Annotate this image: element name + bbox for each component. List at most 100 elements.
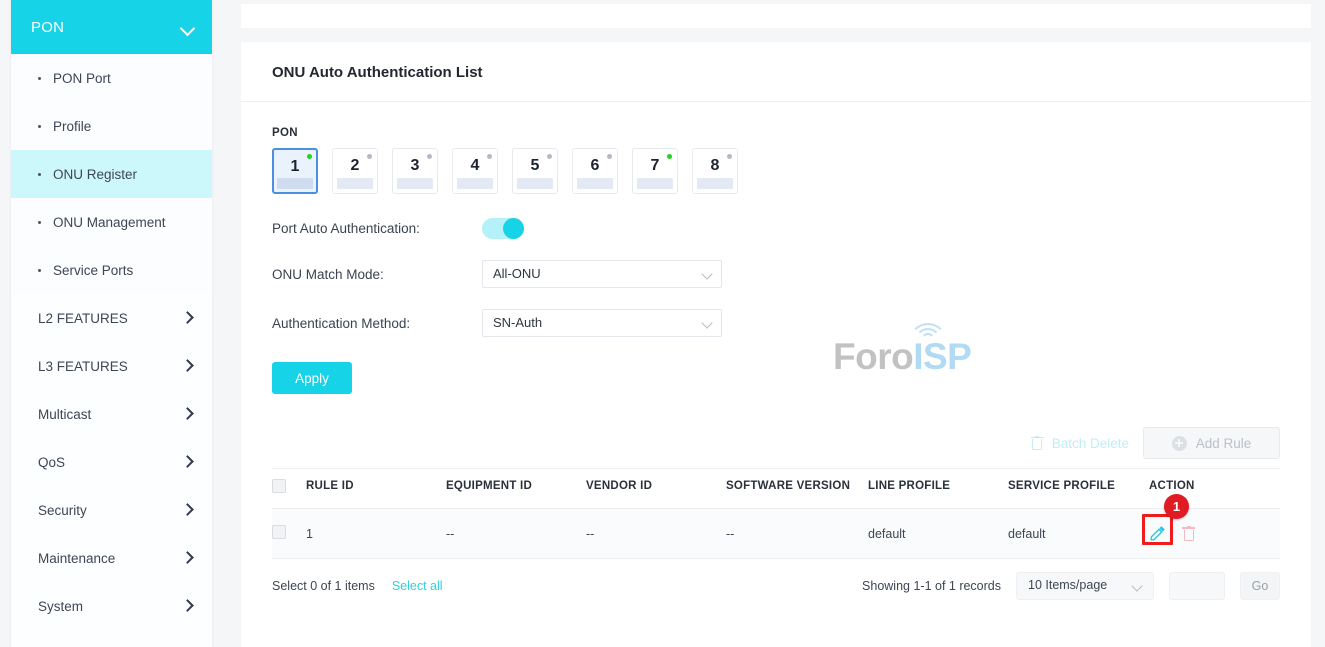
pon-port-7[interactable]: 7 bbox=[632, 148, 678, 194]
select-all-link[interactable]: Select all bbox=[392, 579, 443, 593]
pon-port-number: 1 bbox=[274, 158, 316, 176]
sidebar-item-label: Profile bbox=[53, 119, 91, 134]
sidebar-item-pon-port[interactable]: PON Port bbox=[11, 54, 212, 102]
sidebar-group-label: QoS bbox=[38, 455, 182, 470]
cell-service-profile: default bbox=[1008, 509, 1149, 559]
chevron-right-icon bbox=[182, 360, 194, 372]
pon-section-label: PON bbox=[272, 127, 1280, 139]
annotation-badge: 1 bbox=[1164, 494, 1189, 519]
page-jump-input[interactable] bbox=[1169, 572, 1225, 600]
sidebar-header-label: PON bbox=[31, 19, 181, 36]
bullet-icon bbox=[38, 77, 41, 80]
cell-equipment-id: -- bbox=[446, 509, 586, 559]
chevron-down-icon bbox=[181, 20, 196, 35]
sidebar-group-security[interactable]: Security bbox=[11, 486, 212, 534]
auth-method-value: SN-Auth bbox=[493, 315, 542, 330]
pon-port-6[interactable]: 6 bbox=[572, 148, 618, 194]
selection-count: Select 0 of 1 items bbox=[272, 579, 375, 593]
add-rule-button[interactable]: Add Rule bbox=[1143, 427, 1280, 459]
pon-port-number: 4 bbox=[453, 157, 497, 175]
sidebar-group-label: L2 FEATURES bbox=[38, 311, 182, 326]
sidebar-item-onu-management[interactable]: ONU Management bbox=[11, 198, 212, 246]
pon-port-bar bbox=[457, 178, 493, 189]
table-header-row: RULE ID EQUIPMENT ID VENDOR ID SOFTWARE … bbox=[272, 469, 1280, 509]
cell-software-version: -- bbox=[726, 509, 868, 559]
bullet-icon bbox=[38, 221, 41, 224]
cell-line-profile: default bbox=[868, 509, 1008, 559]
main-card: ONU Auto Authentication List PON 1 2 3 bbox=[241, 42, 1311, 647]
sidebar: PON PON Port Profile ONU Register ONU Ma… bbox=[11, 0, 212, 647]
edit-row-button[interactable] bbox=[1149, 525, 1166, 542]
bullet-icon bbox=[38, 173, 41, 176]
sidebar-item-service-ports[interactable]: Service Ports bbox=[11, 246, 212, 294]
onu-match-mode-value: All-ONU bbox=[493, 266, 541, 281]
auth-method-select[interactable]: SN-Auth bbox=[482, 309, 722, 337]
pon-port-bar bbox=[517, 178, 553, 189]
sidebar-header-pon[interactable]: PON bbox=[11, 0, 212, 54]
column-equipment-id: EQUIPMENT ID bbox=[446, 469, 586, 509]
chevron-down-icon bbox=[1133, 582, 1142, 591]
auth-method-label: Authentication Method: bbox=[272, 316, 482, 331]
sidebar-group-label: L3 FEATURES bbox=[38, 359, 182, 374]
port-auto-auth-toggle[interactable] bbox=[482, 218, 524, 239]
go-button[interactable]: Go bbox=[1240, 572, 1280, 600]
page-size-value: 10 Items/page bbox=[1028, 578, 1107, 592]
sidebar-item-label: ONU Register bbox=[53, 167, 137, 182]
sidebar-group-l3-features[interactable]: L3 FEATURES bbox=[11, 342, 212, 390]
pon-port-3[interactable]: 3 bbox=[392, 148, 438, 194]
pon-port-bar bbox=[337, 178, 373, 189]
sidebar-group-multicast[interactable]: Multicast bbox=[11, 390, 212, 438]
pon-port-2[interactable]: 2 bbox=[332, 148, 378, 194]
pon-port-8[interactable]: 8 bbox=[692, 148, 738, 194]
sidebar-group-qos[interactable]: QoS bbox=[11, 438, 212, 486]
column-software-version: SOFTWARE VERSION bbox=[726, 469, 868, 509]
sidebar-group-maintenance[interactable]: Maintenance bbox=[11, 534, 212, 582]
plus-circle-icon bbox=[1172, 436, 1187, 451]
sidebar-item-profile[interactable]: Profile bbox=[11, 102, 212, 150]
chevron-down-icon bbox=[703, 270, 712, 279]
page-size-select[interactable]: 10 Items/page bbox=[1016, 572, 1154, 600]
sidebar-group-l2-features[interactable]: L2 FEATURES bbox=[11, 294, 212, 342]
sidebar-item-label: PON Port bbox=[53, 71, 111, 86]
sidebar-item-onu-register[interactable]: ONU Register bbox=[11, 150, 212, 198]
toggle-knob bbox=[503, 218, 524, 239]
select-all-checkbox[interactable] bbox=[272, 479, 286, 493]
sidebar-item-label: Service Ports bbox=[53, 263, 133, 278]
pon-port-bar bbox=[397, 178, 433, 189]
pon-port-bar bbox=[277, 178, 313, 189]
card-body: PON 1 2 3 4 bbox=[241, 127, 1311, 600]
sidebar-group-system[interactable]: System bbox=[11, 582, 212, 630]
pon-port-5[interactable]: 5 bbox=[512, 148, 558, 194]
apply-button[interactable]: Apply bbox=[272, 362, 352, 394]
batch-delete-button[interactable]: Batch Delete bbox=[1031, 436, 1133, 451]
cell-rule-id: 1 bbox=[306, 509, 446, 559]
table-footer: Select 0 of 1 items Select all Showing 1… bbox=[272, 572, 1280, 600]
onu-match-mode-select[interactable]: All-ONU bbox=[482, 260, 722, 288]
cell-action: 1 bbox=[1149, 509, 1280, 559]
chevron-right-icon bbox=[182, 504, 194, 516]
records-summary: Showing 1-1 of 1 records bbox=[862, 579, 1001, 593]
column-vendor-id: VENDOR ID bbox=[586, 469, 726, 509]
bullet-icon bbox=[38, 125, 41, 128]
add-rule-label: Add Rule bbox=[1196, 436, 1252, 451]
chevron-right-icon bbox=[182, 408, 194, 420]
cell-vendor-id: -- bbox=[586, 509, 726, 559]
sidebar-group-label: Multicast bbox=[38, 407, 182, 422]
table-head: RULE ID EQUIPMENT ID VENDOR ID SOFTWARE … bbox=[272, 469, 1280, 509]
sidebar-group-label: System bbox=[38, 599, 182, 614]
sidebar-group-label: Security bbox=[38, 503, 182, 518]
column-rule-id: RULE ID bbox=[306, 469, 446, 509]
table-toolbar: Batch Delete Add Rule bbox=[272, 427, 1280, 459]
delete-row-button[interactable] bbox=[1182, 526, 1195, 541]
row-select-cell bbox=[272, 509, 306, 559]
pon-port-1[interactable]: 1 bbox=[272, 148, 318, 194]
column-line-profile: LINE PROFILE bbox=[868, 469, 1008, 509]
row-checkbox[interactable] bbox=[272, 525, 286, 539]
auth-method-row: Authentication Method: SN-Auth bbox=[272, 309, 1280, 337]
pon-port-bar bbox=[637, 178, 673, 189]
pon-port-selector: 1 2 3 4 bbox=[272, 148, 1280, 194]
pon-port-4[interactable]: 4 bbox=[452, 148, 498, 194]
pon-port-number: 5 bbox=[513, 157, 557, 175]
trash-icon bbox=[1031, 436, 1044, 451]
pon-port-number: 2 bbox=[333, 157, 377, 175]
